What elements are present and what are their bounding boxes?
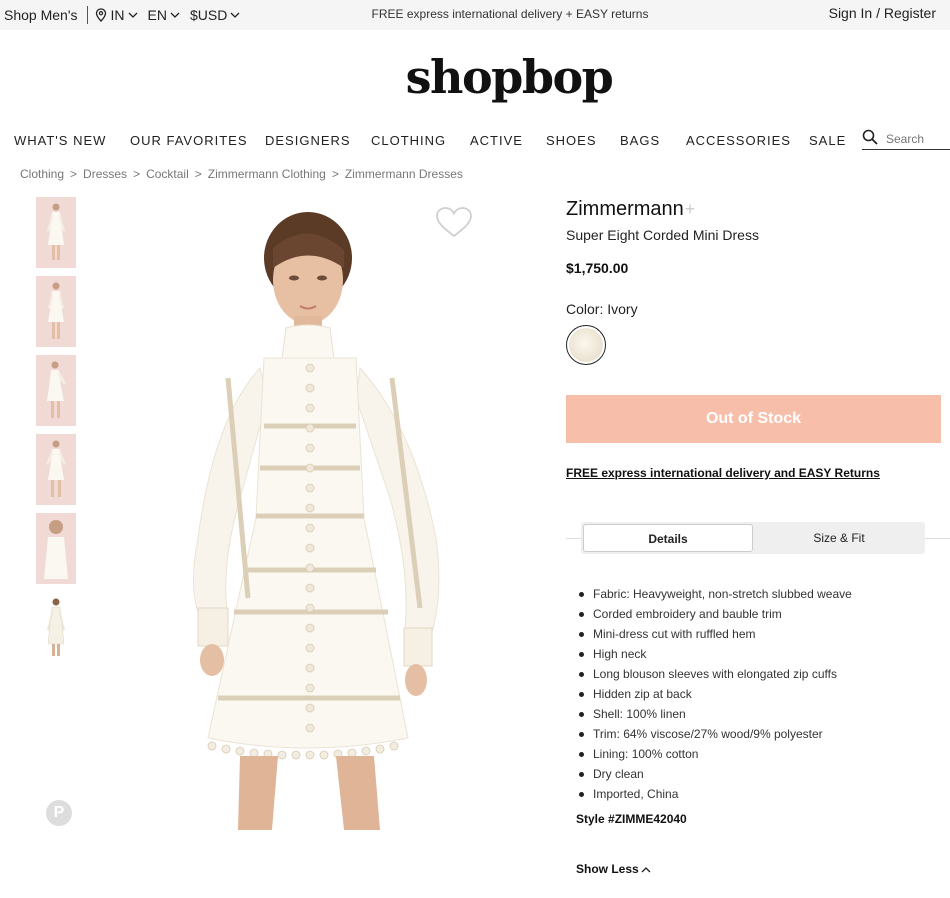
search-icon[interactable] bbox=[862, 129, 878, 145]
out-of-stock-button[interactable]: Out of Stock bbox=[566, 395, 941, 443]
list-item: Lining: 100% cotton bbox=[576, 746, 852, 766]
list-item: Trim: 64% viscose/27% wood/9% polyester bbox=[576, 726, 852, 746]
dress-thumbnail-image bbox=[47, 203, 65, 260]
nav-item-shoes[interactable]: SHOES bbox=[546, 133, 597, 148]
breadcrumb-separator: > bbox=[194, 167, 202, 181]
search-input[interactable] bbox=[886, 132, 950, 146]
product-thumbnail[interactable] bbox=[36, 434, 76, 505]
breadcrumb-separator: > bbox=[70, 167, 78, 181]
heart-icon[interactable] bbox=[435, 206, 473, 238]
show-less-label: Show Less bbox=[576, 862, 639, 876]
list-item: High neck bbox=[576, 646, 852, 666]
brand-name: Zimmermann bbox=[566, 198, 684, 220]
list-item: Imported, China bbox=[576, 786, 852, 806]
pinterest-icon[interactable]: P bbox=[46, 800, 72, 826]
product-thumbnail[interactable] bbox=[36, 276, 76, 347]
tab-details[interactable]: Details bbox=[583, 524, 753, 552]
list-item: Mini-dress cut with ruffled hem bbox=[576, 626, 852, 646]
nav-item-accessories[interactable]: ACCESSORIES bbox=[686, 133, 791, 148]
product-name: Super Eight Corded Mini Dress bbox=[566, 227, 759, 243]
breadcrumb-link[interactable]: Zimmermann Dresses bbox=[345, 167, 463, 181]
promo-banner[interactable]: FREE express international delivery + EA… bbox=[0, 7, 950, 21]
product-thumbnail[interactable] bbox=[36, 197, 76, 268]
nav-item-active[interactable]: ACTIVE bbox=[470, 133, 523, 148]
delivery-returns-link[interactable]: FREE express international delivery and … bbox=[566, 466, 880, 480]
breadcrumb-link[interactable]: Dresses bbox=[83, 167, 127, 181]
nav-item-sale[interactable]: SALE bbox=[809, 133, 846, 148]
product-thumbnail[interactable] bbox=[36, 513, 76, 584]
dress-thumbnail-image bbox=[46, 440, 66, 497]
product-brand[interactable]: Zimmermann+ bbox=[566, 198, 695, 221]
list-item: Dry clean bbox=[576, 766, 852, 786]
dress-thumbnail-image bbox=[48, 282, 64, 339]
nav-item-clothing[interactable]: CLOTHING bbox=[371, 133, 446, 148]
product-tabs: Details Size & Fit bbox=[581, 522, 925, 554]
site-logo[interactable]: shopbop bbox=[0, 50, 950, 104]
breadcrumb-link[interactable]: Clothing bbox=[20, 167, 64, 181]
nav-item-whats-new[interactable]: WHAT'S NEW bbox=[14, 133, 106, 148]
dress-closeup-thumbnail-image bbox=[44, 520, 68, 579]
color-label: Color: Ivory bbox=[566, 301, 638, 317]
list-item: Shell: 100% linen bbox=[576, 706, 852, 726]
breadcrumb: Clothing > Dresses > Cocktail > Zimmermann Clo… bbox=[20, 167, 463, 181]
dress-thumbnail-image bbox=[47, 361, 66, 418]
style-number: Style #ZIMME42040 bbox=[576, 812, 687, 826]
list-item: Corded embroidery and bauble trim bbox=[576, 606, 852, 626]
product-main-image[interactable] bbox=[168, 198, 468, 830]
breadcrumb-separator: > bbox=[331, 167, 339, 181]
list-item: Fabric: Heavyweight, non-stretch slubbed… bbox=[576, 586, 852, 606]
utility-bar: Shop Men's IN EN $USD FREE express inter… bbox=[0, 0, 950, 30]
product-thumbnail[interactable] bbox=[36, 355, 76, 426]
nav-item-designers[interactable]: DESIGNERS bbox=[265, 133, 351, 148]
color-swatch-ivory[interactable] bbox=[566, 325, 606, 365]
breadcrumb-separator: > bbox=[133, 167, 141, 181]
tab-size-fit[interactable]: Size & Fit bbox=[753, 522, 925, 554]
breadcrumb-link[interactable]: Zimmermann Clothing bbox=[208, 167, 326, 181]
follow-designer-plus-icon[interactable]: + bbox=[685, 199, 696, 219]
nav-item-bags[interactable]: BAGS bbox=[620, 133, 660, 148]
product-price: $1,750.00 bbox=[566, 260, 629, 276]
search-box[interactable] bbox=[862, 128, 950, 150]
breadcrumb-link[interactable]: Cocktail bbox=[146, 167, 189, 181]
show-less-button[interactable]: Show Less bbox=[576, 862, 651, 876]
list-item: Hidden zip at back bbox=[576, 686, 852, 706]
list-item: Long blouson sleeves with elongated zip … bbox=[576, 666, 852, 686]
chevron-up-icon bbox=[641, 866, 651, 873]
details-list: Fabric: Heavyweight, non-stretch slubbed… bbox=[576, 586, 852, 806]
nav-item-our-favorites[interactable]: OUR FAVORITES bbox=[130, 133, 248, 148]
swatch-fill bbox=[569, 328, 603, 362]
dress-thumbnail-image bbox=[47, 598, 65, 656]
product-thumbnail[interactable] bbox=[36, 592, 76, 663]
sign-in-link[interactable]: Sign In / Register bbox=[829, 5, 936, 21]
